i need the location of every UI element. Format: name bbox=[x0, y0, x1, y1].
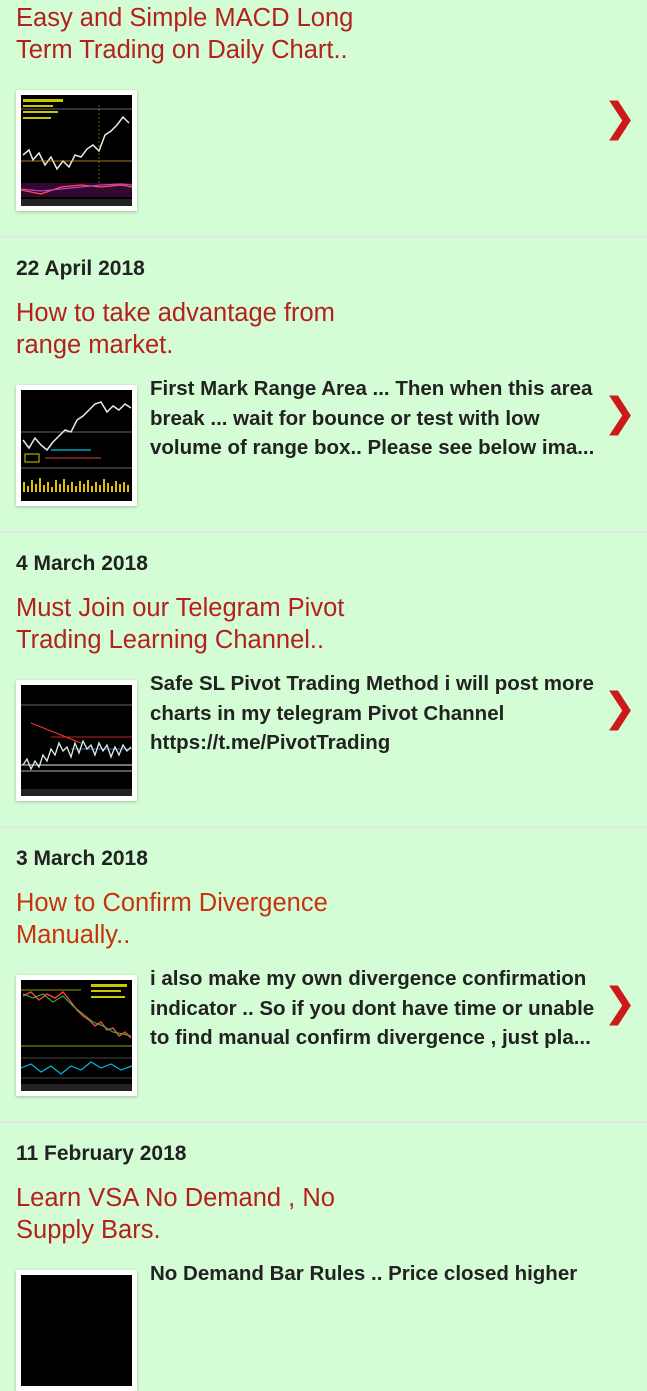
post-title[interactable]: How to Confirm Divergence Manually.. bbox=[16, 887, 396, 951]
chevron-right-icon[interactable]: ❯ bbox=[603, 983, 637, 1023]
chart-thumbnail-icon bbox=[21, 980, 132, 1091]
post-title[interactable]: Must Join our Telegram Pivot Trading Lea… bbox=[16, 592, 396, 656]
post-thumbnail[interactable] bbox=[16, 680, 137, 801]
post-item[interactable]: Easy and Simple MACD Long Term Trading o… bbox=[0, 0, 647, 238]
post-title[interactable]: Easy and Simple MACD Long Term Trading o… bbox=[16, 2, 396, 66]
post-title[interactable]: How to take advantage from range market. bbox=[16, 297, 396, 361]
chevron-right-icon[interactable]: ❯ bbox=[603, 98, 637, 138]
chevron-right-icon[interactable]: ❯ bbox=[603, 688, 637, 728]
post-snippet: i also make my own divergence confirmati… bbox=[150, 967, 595, 1049]
chart-thumbnail-icon bbox=[21, 1275, 132, 1386]
chart-thumbnail-icon bbox=[21, 685, 132, 796]
post-snippet: No Demand Bar Rules .. Price closed high… bbox=[150, 1262, 578, 1285]
post-thumbnail[interactable] bbox=[16, 1270, 137, 1391]
post-item[interactable]: 3 March 2018 How to Confirm Divergence M… bbox=[0, 828, 647, 1123]
chevron-right-icon[interactable]: ❯ bbox=[603, 393, 637, 433]
post-snippet: Safe SL Pivot Trading Method i will post… bbox=[150, 672, 594, 754]
post-date: 4 March 2018 bbox=[16, 552, 148, 575]
post-item[interactable]: 11 February 2018 Learn VSA No Demand , N… bbox=[0, 1123, 647, 1391]
post-snippet: First Mark Range Area ... Then when this… bbox=[150, 377, 595, 459]
chart-thumbnail-icon bbox=[21, 95, 132, 206]
chart-thumbnail-icon bbox=[21, 390, 132, 501]
post-thumbnail[interactable] bbox=[16, 975, 137, 1096]
post-date: 3 March 2018 bbox=[16, 847, 148, 870]
post-item[interactable]: 22 April 2018 How to take advantage from… bbox=[0, 238, 647, 533]
post-title[interactable]: Learn VSA No Demand , No Supply Bars. bbox=[16, 1182, 396, 1246]
post-item[interactable]: 4 March 2018 Must Join our Telegram Pivo… bbox=[0, 533, 647, 828]
post-date: 11 February 2018 bbox=[16, 1142, 187, 1165]
post-thumbnail[interactable] bbox=[16, 90, 137, 211]
post-date: 22 April 2018 bbox=[16, 257, 145, 280]
post-thumbnail[interactable] bbox=[16, 385, 137, 506]
